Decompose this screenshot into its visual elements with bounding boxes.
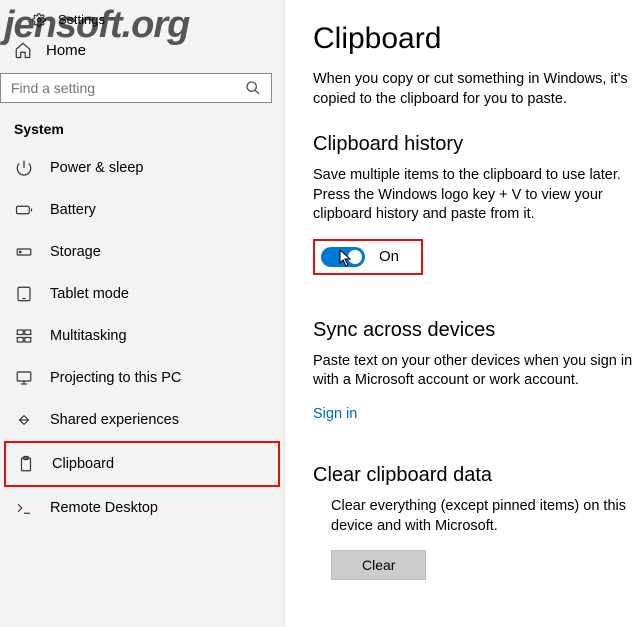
- home-label: Home: [46, 42, 86, 59]
- search-icon: [245, 80, 261, 96]
- sidebar-item-label: Tablet mode: [50, 286, 129, 302]
- section-header-system: System: [0, 103, 284, 147]
- sidebar-item-label: Projecting to this PC: [50, 370, 181, 386]
- page-intro: When you copy or cut something in Window…: [313, 70, 644, 109]
- power-icon: [14, 159, 34, 177]
- home-row[interactable]: Home: [0, 31, 284, 73]
- history-desc: Save multiple items to the clipboard to …: [313, 166, 644, 225]
- sidebar-item-projecting[interactable]: Projecting to this PC: [0, 357, 284, 399]
- history-toggle-wrap: On: [313, 239, 423, 275]
- multitasking-icon: [14, 327, 34, 345]
- page-title: Clipboard: [313, 22, 644, 56]
- tablet-icon: [14, 285, 34, 303]
- cursor-icon: [339, 249, 353, 267]
- sidebar-item-label: Multitasking: [50, 328, 127, 344]
- sidebar-item-multitasking[interactable]: Multitasking: [0, 315, 284, 357]
- sidebar-item-label: Power & sleep: [50, 160, 144, 176]
- sidebar-item-tablet[interactable]: Tablet mode: [0, 273, 284, 315]
- clear-desc: Clear everything (except pinned items) o…: [331, 497, 644, 536]
- sidebar-item-label: Battery: [50, 202, 96, 218]
- projecting-icon: [14, 369, 34, 387]
- sidebar-item-remote[interactable]: Remote Desktop: [0, 487, 284, 529]
- remote-icon: [14, 499, 34, 517]
- search-box[interactable]: [0, 73, 272, 103]
- sign-in-link[interactable]: Sign in: [313, 406, 357, 422]
- sidebar: Settings Home System Power & sleep Batte…: [0, 0, 285, 627]
- settings-row[interactable]: Settings: [0, 6, 284, 31]
- toggle-label: On: [379, 248, 399, 265]
- search-input[interactable]: [11, 80, 245, 96]
- clipboard-icon: [16, 455, 36, 473]
- settings-label: Settings: [58, 12, 105, 27]
- sync-desc: Paste text on your other devices when yo…: [313, 352, 644, 391]
- clear-heading: Clear clipboard data: [313, 464, 644, 487]
- gear-icon: [32, 13, 46, 27]
- sync-heading: Sync across devices: [313, 319, 644, 342]
- sidebar-item-label: Storage: [50, 244, 101, 260]
- sidebar-item-power[interactable]: Power & sleep: [0, 147, 284, 189]
- storage-icon: [14, 243, 34, 261]
- sidebar-item-label: Clipboard: [52, 456, 114, 472]
- sidebar-item-clipboard[interactable]: Clipboard: [4, 441, 280, 487]
- content-pane: Clipboard When you copy or cut something…: [285, 0, 644, 627]
- home-icon: [14, 41, 32, 59]
- sidebar-item-shared[interactable]: Shared experiences: [0, 399, 284, 441]
- sidebar-item-storage[interactable]: Storage: [0, 231, 284, 273]
- sidebar-item-label: Remote Desktop: [50, 500, 158, 516]
- battery-icon: [14, 201, 34, 219]
- history-heading: Clipboard history: [313, 133, 644, 156]
- clear-button[interactable]: Clear: [331, 550, 426, 580]
- sidebar-item-label: Shared experiences: [50, 412, 179, 428]
- shared-icon: [14, 411, 34, 429]
- sidebar-item-battery[interactable]: Battery: [0, 189, 284, 231]
